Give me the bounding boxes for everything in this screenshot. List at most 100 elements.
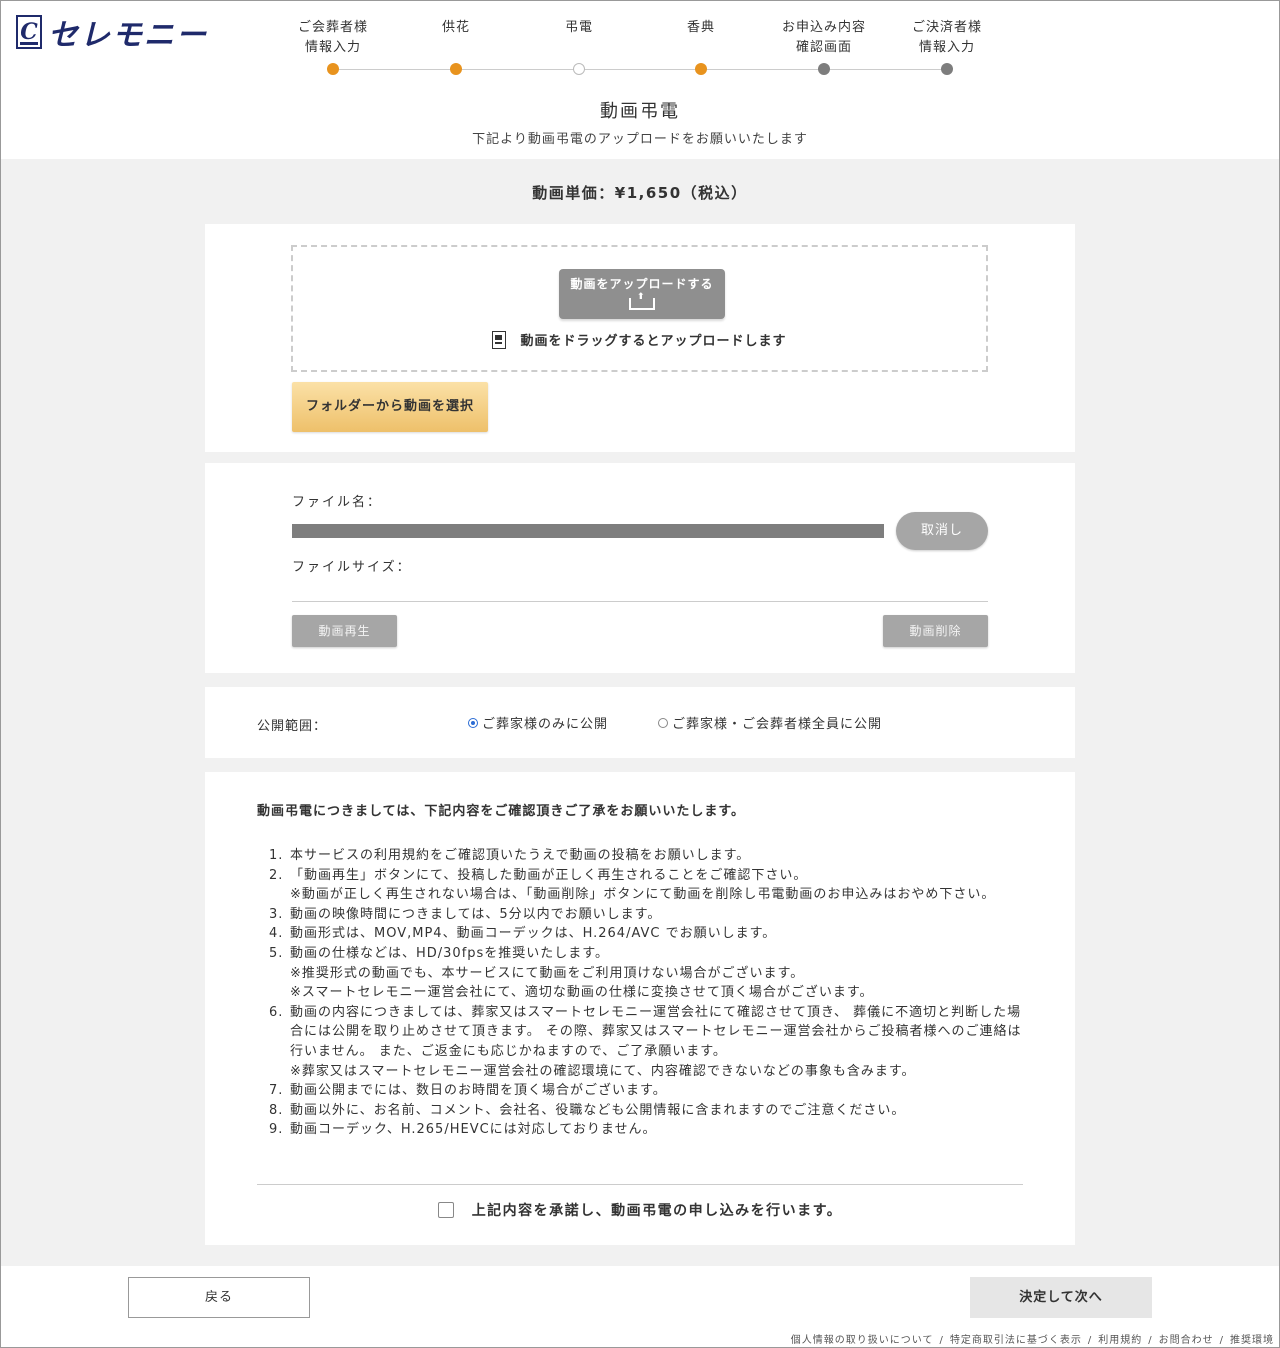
upload-icon: [629, 292, 655, 310]
terms-item-text: 「動画再生」ボタンにて、投稿した動画が正しく再生されることをご確認下さい。: [290, 867, 808, 883]
upload-video-button[interactable]: 動画をアップロードする: [559, 269, 725, 319]
terms-item-number: 7.: [269, 1083, 284, 1099]
drop-zone[interactable]: 動画をアップロードする 動画をドラッグするとアップロードします: [291, 245, 988, 372]
step-dot: [327, 63, 339, 75]
terms-item-body: 本サービスの利用規約をご確認頂いたうえで動画の投稿をお願いします。: [290, 846, 1029, 866]
page-subtitle: 下記より動画弔電のアップロードをお願いいたします: [472, 132, 808, 147]
terms-divider: [257, 1184, 1023, 1185]
step-dot: [573, 63, 585, 75]
terms-heading: 動画弔電につきましては、下記内容をご確認頂きご了承をお願いいたします。: [257, 804, 746, 819]
upload-card: 動画をアップロードする 動画をドラッグするとアップロードします フォルダーから動…: [205, 224, 1075, 452]
agree-checkbox[interactable]: [437, 1202, 454, 1218]
play-video-button[interactable]: 動画再生: [292, 615, 397, 647]
terms-item: 3. 動画の映像時間につきましては、5分以内でお願いします。: [269, 905, 1029, 925]
terms-card: 動画弔電につきましては、下記内容をご確認頂きご了承をお願いいたします。 1. 本…: [205, 772, 1075, 1245]
terms-item-note: ※スマートセレモニー運営会社にて、適切な動画の仕様に変換させて頂く場合がございま…: [290, 985, 874, 1001]
terms-item-text: 本サービスの利用規約をご確認頂いたうえで動画の投稿をお願いします。: [290, 848, 751, 863]
select-from-folder-button[interactable]: フォルダーから動画を選択: [292, 382, 488, 432]
file-name-label: ファイル名：: [292, 495, 383, 510]
cancel-button[interactable]: 取消し: [896, 512, 988, 550]
drag-hint: 動画をドラッグするとアップロードします: [293, 330, 986, 349]
terms-item-note: ※動画が正しく再生されない場合は、「動画削除」ボタンにて動画を削除し弔電動画のお…: [290, 887, 996, 903]
terms-item-text: 動画コーデック、H.265/HEVCには対応しておりません。: [290, 1122, 657, 1138]
step-dot: [695, 63, 707, 75]
step-label-line2: 情報入力: [304, 40, 361, 55]
footer-separator: /: [939, 1335, 944, 1346]
divider: [292, 601, 988, 602]
step-label-line1: ご決済者様: [911, 20, 982, 35]
logo-text: セレモニー: [48, 18, 208, 53]
back-button[interactable]: 戻る: [128, 1277, 310, 1318]
step-confirm: お申込み内容 確認画面: [763, 18, 885, 75]
terms-item-text: 動画の内容につきましては、葬家又はスマートセレモニー運営会社にて確認させて頂き、…: [290, 1004, 1022, 1059]
terms-item-number: 6.: [269, 1004, 284, 1020]
step-label-line1: 供花: [441, 20, 470, 35]
terms-item-body: 動画の仕様などは、HD/30fpsを推奨いたします。 ※推奨形式の動画でも、本サ…: [290, 944, 1029, 1003]
terms-item-number: 2.: [269, 867, 284, 883]
terms-item-text: 動画の仕様などは、HD/30fpsを推奨いたします。: [290, 945, 610, 961]
step-condolence-money: 香典: [640, 18, 762, 75]
terms-item-body: 「動画再生」ボタンにて、投稿した動画が正しく再生されることをご確認下さい。 ※動…: [290, 866, 1029, 905]
footer-link-terms[interactable]: 利用規約: [1098, 1335, 1142, 1346]
terms-item-body: 動画形式は、MOV,MP4、動画コーデックは、H.264/AVC でお願いします…: [290, 924, 1029, 944]
footer-separator: /: [1219, 1335, 1224, 1346]
terms-item-text: 動画以外に、お名前、コメント、会社名、役職なども公開情報に含まれますのでご注意く…: [290, 1102, 906, 1118]
title-area: 動画弔電 下記より動画弔電のアップロードをお願いいたします: [0, 100, 1280, 150]
step-label-line1: 弔電: [564, 20, 593, 35]
radio-label: ご葬家様のみに公開: [482, 717, 609, 732]
upload-progress-bar: [292, 524, 884, 538]
terms-item: 5. 動画の仕様などは、HD/30fpsを推奨いたします。 ※推奨形式の動画でも…: [269, 944, 1029, 1003]
visibility-card: 公開範囲： ご葬家様のみに公開 ご葬家様・ご会葬者様全員に公開: [205, 687, 1075, 758]
radio-family-only[interactable]: ご葬家様のみに公開: [468, 713, 608, 732]
next-button[interactable]: 決定して次へ: [970, 1277, 1152, 1318]
page-title: 動画弔電: [600, 101, 680, 122]
step-telegram: 弔電: [518, 18, 640, 75]
agree-row[interactable]: 上記内容を承諾し、動画弔電の申し込みを行います。: [205, 1200, 1075, 1220]
radio-circle-selected[interactable]: [468, 717, 478, 728]
step-dot: [941, 63, 953, 75]
visibility-label: 公開範囲：: [257, 719, 328, 734]
terms-item-note: ※葬家又はスマートセレモニー運営会社の確認環境にて、内容確認できないなどの事象も…: [290, 1063, 916, 1079]
footer-link-environment[interactable]: 推奨環境: [1230, 1335, 1274, 1346]
radio-label: ご葬家様・ご会葬者様全員に公開: [672, 717, 883, 732]
radio-all-attendees[interactable]: ご葬家様・ご会葬者様全員に公開: [658, 713, 882, 732]
step-label-line1: お申込み内容: [781, 20, 866, 35]
terms-item: 6. 動画の内容につきましては、葬家又はスマートセレモニー運営会社にて確認させて…: [269, 1003, 1029, 1081]
terms-item: 4. 動画形式は、MOV,MP4、動画コーデックは、H.264/AVC でお願い…: [269, 924, 1029, 944]
delete-video-button[interactable]: 動画削除: [883, 615, 988, 647]
terms-item-body: 動画公開までには、数日のお時間を頂く場合がございます。: [290, 1081, 1029, 1101]
terms-item-text: 動画形式は、MOV,MP4、動画コーデックは、H.264/AVC でお願いします…: [290, 926, 777, 942]
unit-price: 動画単価：¥1,650（税込）: [532, 184, 748, 202]
terms-item: 8. 動画以外に、お名前、コメント、会社名、役職なども公開情報に含まれますのでご…: [269, 1101, 1029, 1121]
terms-list: 1. 本サービスの利用規約をご確認頂いたうえで動画の投稿をお願いします。 2. …: [269, 846, 1029, 1140]
terms-item-number: 4.: [269, 926, 284, 942]
file-card: ファイル名： 取消し ファイルサイズ： 動画再生 動画削除: [205, 463, 1075, 673]
step-attendee-info: ご会葬者様 情報入力: [272, 18, 394, 75]
agree-label: 上記内容を承諾し、動画弔電の申し込みを行います。: [471, 1203, 843, 1219]
terms-item-body: 動画の内容につきましては、葬家又はスマートセレモニー運営会社にて確認させて頂き、…: [290, 1003, 1029, 1081]
footer-link-commerce-law[interactable]: 特定商取引法に基づく表示: [950, 1335, 1082, 1346]
terms-item-text: 動画公開までには、数日のお時間を頂く場合がございます。: [290, 1083, 667, 1099]
logo[interactable]: C セレモニー: [16, 14, 208, 53]
footer-link-contact[interactable]: お問合わせ: [1159, 1335, 1214, 1346]
terms-item: 7. 動画公開までには、数日のお時間を頂く場合がございます。: [269, 1081, 1029, 1101]
document-icon: [492, 331, 507, 349]
terms-item-number: 1.: [269, 848, 284, 863]
progress-steps: ご会葬者様 情報入力 供花 弔電 香典 お申込み内容 確認画面 ご決済者様 情報…: [272, 18, 1008, 80]
step-label-line1: 香典: [686, 20, 715, 35]
terms-item-number: 8.: [269, 1102, 284, 1118]
drag-hint-text: 動画をドラッグするとアップロードします: [520, 334, 787, 349]
terms-item: 1. 本サービスの利用規約をご確認頂いたうえで動画の投稿をお願いします。: [269, 846, 1029, 866]
footer-link-privacy[interactable]: 個人情報の取り扱いについて: [791, 1335, 934, 1346]
radio-circle[interactable]: [658, 717, 668, 728]
footer-separator: /: [1148, 1335, 1153, 1346]
terms-item-body: 動画以外に、お名前、コメント、会社名、役職なども公開情報に含まれますのでご注意く…: [290, 1101, 1029, 1121]
file-size-label: ファイルサイズ：: [292, 560, 412, 575]
step-label-line2: 情報入力: [918, 40, 975, 55]
terms-item-number: 3.: [269, 906, 284, 922]
terms-item-note: ※推奨形式の動画でも、本サービスにて動画をご利用頂けない場合がございます。: [290, 965, 805, 981]
upload-button-label: 動画をアップロードする: [570, 277, 714, 291]
terms-item-body: 動画の映像時間につきましては、5分以内でお願いします。: [290, 905, 1029, 925]
step-label-line2: 確認画面: [795, 40, 852, 55]
step-dot: [818, 63, 830, 75]
